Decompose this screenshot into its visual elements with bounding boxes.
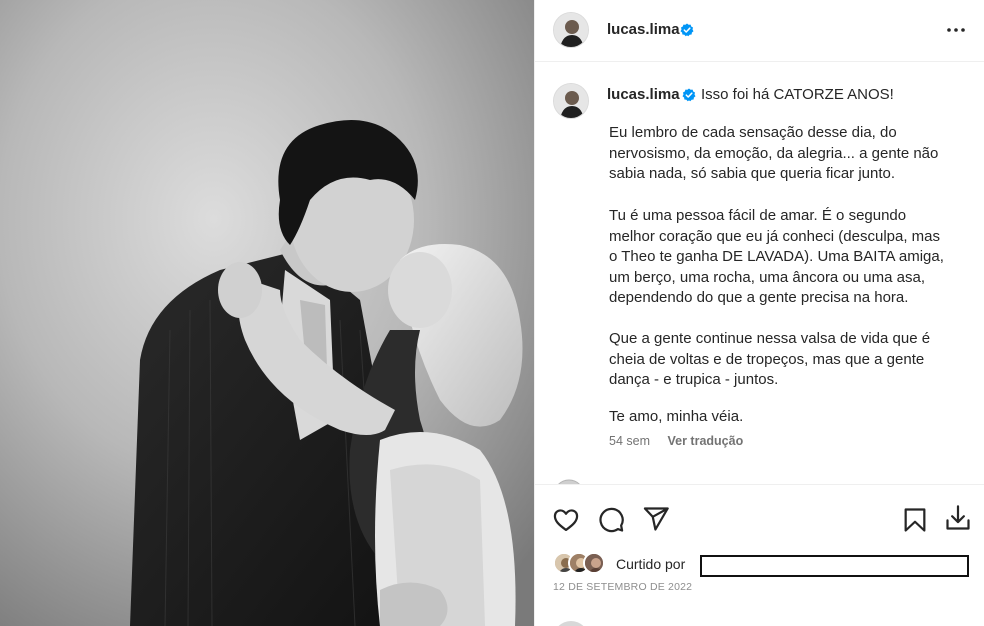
post-date[interactable]: 12 DE SETEMBRO DE 2022 (553, 581, 692, 593)
caption-line: Tu é uma pessoa fácil de amar. É o segun… (609, 207, 907, 224)
caption-author-avatar[interactable] (553, 83, 589, 119)
heart-icon[interactable] (552, 506, 580, 534)
download-icon[interactable] (944, 504, 972, 532)
liker-avatar[interactable] (583, 552, 605, 574)
caption-paragraph: Que a gente continue nessa valsa de vida… (609, 329, 969, 391)
caption-line: dança - e trupica - juntos. (609, 371, 779, 388)
caption-section: lucas.lima Isso foi há CATORZE ANOS! Eu … (535, 63, 984, 484)
caption-line: Te amo, minha véia. (609, 408, 744, 425)
verified-badge-icon (680, 23, 694, 37)
caption-line: Que a gente continue nessa valsa de vida… (609, 330, 931, 347)
author-username[interactable]: lucas.lima (607, 21, 680, 38)
verified-badge-icon (682, 88, 696, 102)
caption-line: um berço, uma rocha, uma âncora ou uma a… (609, 268, 925, 286)
caption-line: dependendo do que a gente precisa na hor… (609, 289, 909, 306)
caption-paragraph: Eu lembro de cada sensação desse dia, do… (609, 123, 969, 185)
share-icon[interactable] (642, 505, 670, 533)
caption-line: melhor coração que eu já conheci (descul… (609, 227, 941, 245)
caption-paragraph: Te amo, minha véia. (609, 407, 969, 428)
comment-icon[interactable] (597, 506, 625, 534)
post-actions: Curtido por 12 DE SETEMBRO DE 2022 (535, 484, 984, 626)
post-time-ago[interactable]: 54 sem (609, 434, 650, 448)
post-photo[interactable] (0, 0, 534, 626)
post-header: lucas.lima (535, 0, 984, 62)
caption-line: cheia de voltas e de tropeços, mas que a… (609, 350, 925, 368)
see-translation-link[interactable]: Ver tradução (667, 434, 743, 448)
more-options-icon[interactable] (945, 19, 967, 41)
caption-username[interactable]: lucas.lima (607, 86, 680, 103)
caption-meta: 54 sem Ver tradução (609, 434, 743, 448)
caption-paragraph: Tu é uma pessoa fácil de amar. É o segun… (609, 206, 969, 309)
author-avatar[interactable] (553, 12, 589, 48)
redacted-box (700, 555, 969, 577)
caption-line: Eu lembro de cada sensação desse dia, do (609, 124, 897, 141)
caption-first-line: Isso foi há CATORZE ANOS! (701, 86, 894, 103)
caption-line: o Theo te ganha DE LAVADA). Uma BAITA am… (609, 248, 944, 265)
caption-line: sabia nada, só sabia que queria ficar ju… (609, 165, 896, 182)
liked-by-avatars[interactable] (553, 552, 613, 576)
post-side-panel: lucas.lima lucas.lima Isso foi há CATORZ… (534, 0, 984, 626)
comment-input-avatar (553, 621, 589, 626)
liked-by-label: Curtido por (616, 556, 686, 572)
caption-line: nervosismo, da emoção, da alegria... a g… (609, 144, 939, 162)
bookmark-icon[interactable] (901, 506, 929, 534)
